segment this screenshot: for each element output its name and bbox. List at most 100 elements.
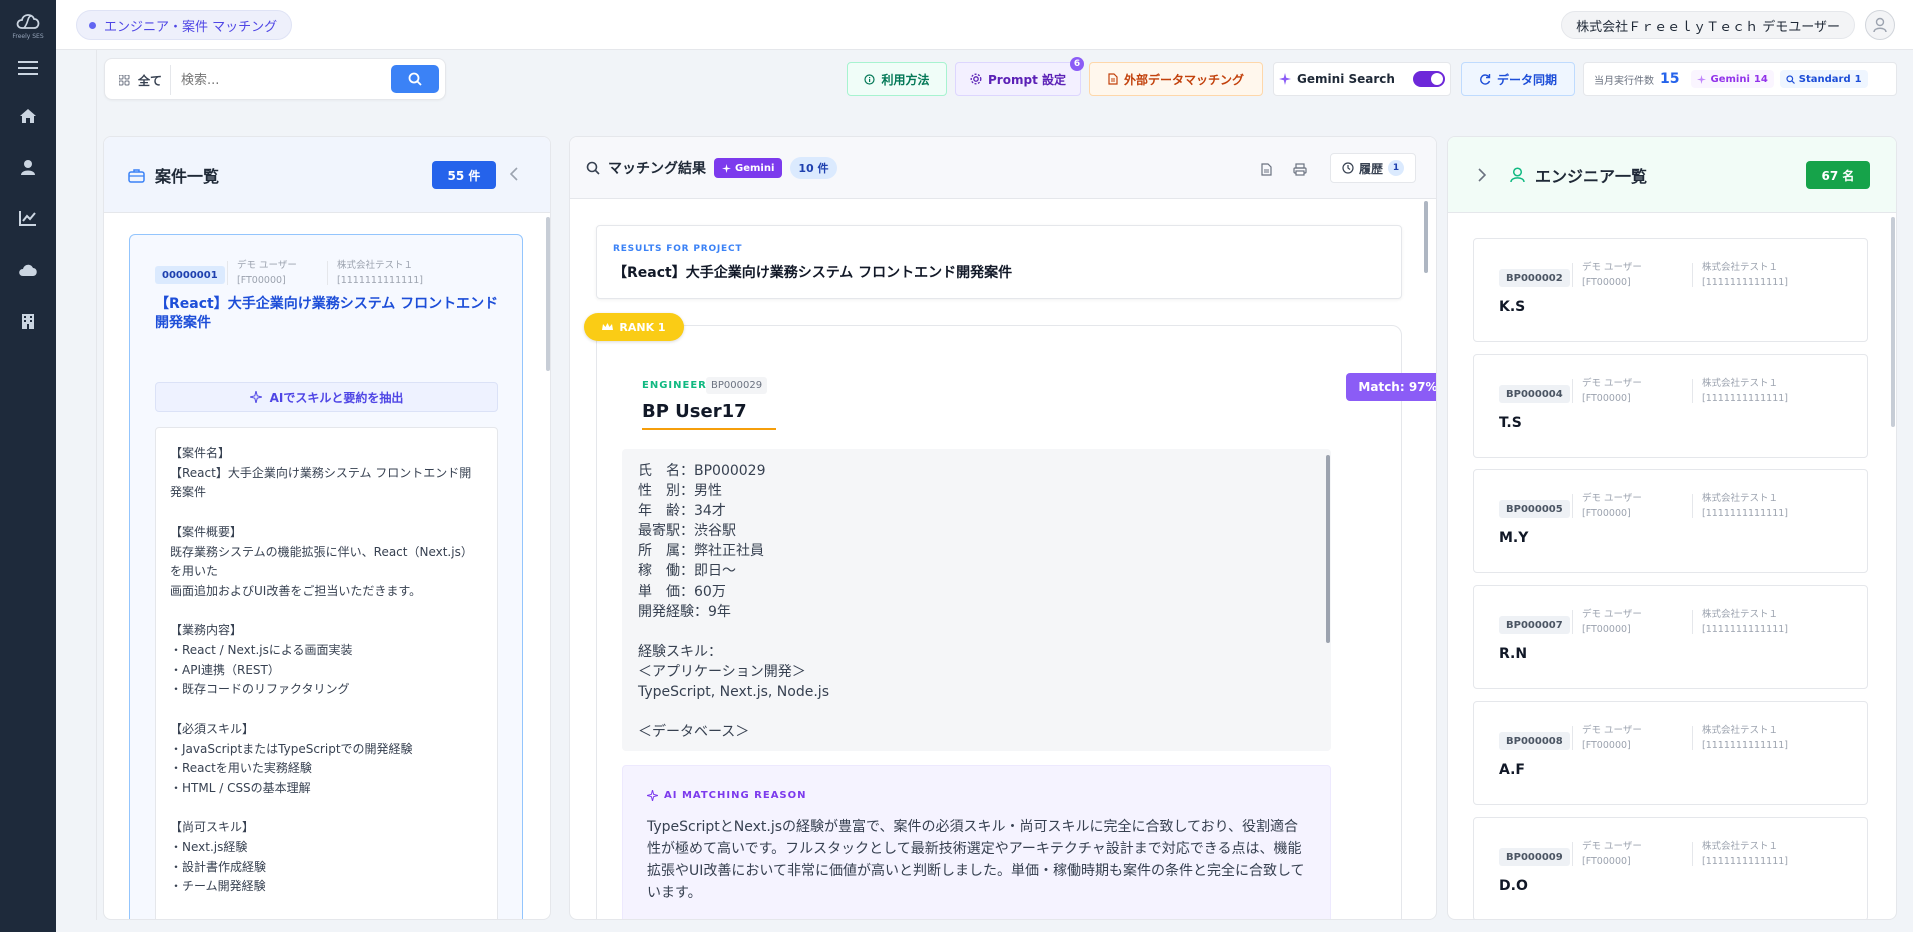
project-card[interactable]: 00000001 デモ ユーザー [FT00000] 株式会社テスト１ [111… [129,234,523,919]
engineer-card-company: 株式会社テスト１ [1111111111111] [1702,723,1788,753]
project-id-badge: 00000001 [155,266,225,284]
project-list-panel: 案件一覧 55 件 00000001 デモ ユーザー [FT00000] 株式会… [103,136,551,920]
engineer-card-id: BP000004 [1499,385,1570,403]
scrollbar[interactable] [1326,455,1330,643]
search-button[interactable] [391,65,439,93]
results-for-label: RESULTS FOR PROJECT [613,244,743,254]
logo-subtitle: Freely SES [12,33,44,40]
company-code: [1111111111111] [1702,624,1788,635]
company-name: 株式会社テスト１ [1702,493,1779,504]
print-icon[interactable] [1290,159,1310,179]
data-sync-button[interactable]: データ同期 [1461,62,1575,96]
menu-icon[interactable] [14,54,42,82]
engineer-profile: 氏 名：BP000029 性 別：男性 年 齢：34才 最寄駅：渋谷駅 所 属：… [622,449,1331,751]
engineer-name[interactable]: BP User17 [642,401,776,430]
project-count: 55 件 [432,161,496,189]
matching-count: 10 件 [790,157,837,179]
app-name-pill[interactable]: エンジニア・案件 マッチング [76,10,293,40]
reason-label: AI MATCHING REASON [664,790,807,801]
engineer-card[interactable]: BP000004 デモ ユーザー [FT00000] 株式会社テスト１ [1111111… [1473,354,1868,458]
user-icon[interactable] [14,153,42,181]
divider [1572,842,1573,866]
matching-title: マッチング結果 [608,161,706,177]
search-input[interactable] [181,65,381,95]
rank-label: RANK 1 [619,320,666,334]
sidebar: Freely SES [0,0,56,932]
expand-right-icon[interactable] [1478,168,1487,185]
divider [1692,610,1693,634]
project-title: 【React】大手企業向け業務システム フロントエンド開発案件 [155,296,499,331]
owner-code: [FT00000] [1582,624,1631,635]
sparkle-icon [1697,74,1707,84]
chart-icon[interactable] [14,204,42,232]
engineer-card-id: BP000008 [1499,732,1570,750]
external-label: 外部データマッチング [1123,72,1244,87]
history-label: 履歴 [1358,161,1383,176]
divider [1572,726,1573,750]
owner-code: [FT00000] [237,275,286,286]
user-name-pill[interactable]: 株式会社ＦｒｅｅｌｙＴｅｃｈ デモユーザー [1561,11,1855,39]
engineer-card-name: D.O [1499,878,1528,894]
prompt-settings-button[interactable]: Prompt 設定 6 [955,57,1084,96]
avatar[interactable] [1865,10,1895,40]
document-icon [1108,73,1118,85]
search-icon [586,161,600,175]
reason-label-wrap: AI MATCHING REASON [647,790,807,801]
reason-text: TypeScriptとNext.jsの経験が豊富で、案件の必須スキル・尚可スキル… [647,819,1305,901]
engineer-list-panel: エンジニア一覧 67 名 BP000002 デモ ユーザー [FT00000] 株式会… [1447,136,1897,920]
history-button[interactable]: 履歴 1 [1330,153,1416,183]
gemini-usage-chip: Gemini 14 [1691,70,1774,88]
scrollbar[interactable] [546,217,550,371]
scrollbar[interactable] [1424,201,1428,273]
export-document-icon[interactable] [1256,159,1276,179]
engineer-card-owner: デモ ユーザー [FT00000] [1582,607,1642,637]
divider [1692,379,1693,403]
owner-name: デモ ユーザー [1582,609,1642,620]
engineer-card-name: M.Y [1499,530,1529,546]
monthly-count: 15 [1660,71,1680,87]
divider [327,261,328,285]
project-owner: デモ ユーザー [FT00000] [237,258,297,288]
owner-name: デモ ユーザー [1582,378,1642,389]
engineer-card-company: 株式会社テスト１ [1111111111111] [1702,376,1788,406]
engineer-card-company: 株式会社テスト１ [1111111111111] [1702,839,1788,869]
external-matching-button[interactable]: 外部データマッチング [1089,62,1263,96]
gemini-badge: Gemini [714,158,783,178]
collapse-left-icon[interactable] [509,167,518,184]
filter-label: 全て [138,73,163,88]
brand-logo[interactable]: Freely SES [10,10,46,46]
divider [1572,379,1573,403]
scrollbar[interactable] [1891,217,1895,427]
company-name: 株式会社テスト１ [1702,609,1779,620]
engineer-card[interactable]: BP000009 デモ ユーザー [FT00000] 株式会社テスト１ [1111111… [1473,817,1868,919]
filter-dropdown[interactable]: 全て [111,65,171,95]
gemini-chip-count: 14 [1753,73,1768,85]
usage-button[interactable]: 利用方法 [847,62,947,96]
app-name: エンジニア・案件 マッチング [104,19,278,35]
project-list-header: 案件一覧 55 件 [104,137,550,213]
home-icon[interactable] [14,102,42,130]
ai-extract-button[interactable]: AIでスキルと要約を抽出 [155,382,498,412]
cloud-icon[interactable] [14,256,42,284]
user-icon [1510,167,1525,183]
company-name: 株式会社テスト１ [1702,378,1779,389]
company-code: [1111111111111] [1702,277,1788,288]
gemini-search-toggle[interactable] [1412,71,1445,87]
engineer-card[interactable]: BP000002 デモ ユーザー [FT00000] 株式会社テスト１ [1111111… [1473,238,1868,342]
engineer-card[interactable]: BP000008 デモ ユーザー [FT00000] 株式会社テスト１ [1111111… [1473,701,1868,805]
clock-icon [1342,162,1354,174]
project-description: 【案件名】 【React】大手企業向け業務システム フロントエンド開発案件 【案… [155,427,498,919]
match-score-badge: Match: 97% [1346,373,1436,401]
divider [227,261,228,285]
company-code: [1111111111111] [1702,856,1788,867]
engineer-card[interactable]: BP000007 デモ ユーザー [FT00000] 株式会社テスト１ [1111111… [1473,585,1868,689]
owner-name: デモ ユーザー [1582,262,1642,273]
engineer-card[interactable]: BP000005 デモ ユーザー [FT00000] 株式会社テスト１ [1111111… [1473,469,1868,573]
rank-badge: RANK 1 [584,313,684,341]
divider [1572,494,1573,518]
monthly-label: 当月実行件数 [1594,75,1654,87]
main-content: 全て 利用方法 Prompt 設定 6 外部データマッチング Gemini Se… [96,50,1898,920]
owner-name: デモ ユーザー [237,260,297,271]
engineer-card-owner: デモ ユーザー [FT00000] [1582,723,1642,753]
building-icon[interactable] [14,307,42,335]
